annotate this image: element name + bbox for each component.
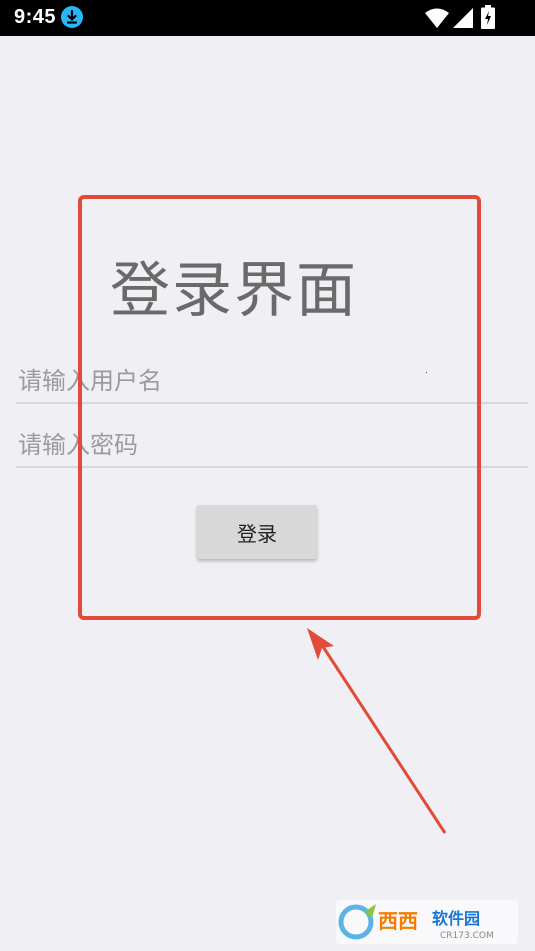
annotation-arrow: [307, 628, 447, 834]
svg-text:CR173.COM: CR173.COM: [440, 931, 494, 941]
download-icon: [61, 6, 83, 28]
username-input[interactable]: [16, 360, 528, 404]
battery-icon: [481, 5, 495, 29]
svg-text:西西: 西西: [378, 909, 418, 933]
password-input[interactable]: [16, 424, 528, 468]
page-title: 登录界面: [110, 256, 358, 326]
status-bar: 9:45: [0, 0, 535, 36]
svg-text:软件园: 软件园: [432, 909, 480, 928]
watermark-logo: 西西 软件园 CR173.COM: [336, 900, 518, 944]
wifi-icon: [425, 8, 449, 28]
signal-icon: [453, 8, 473, 28]
status-time: 9:45: [14, 6, 57, 28]
login-button[interactable]: 登录: [197, 505, 317, 559]
